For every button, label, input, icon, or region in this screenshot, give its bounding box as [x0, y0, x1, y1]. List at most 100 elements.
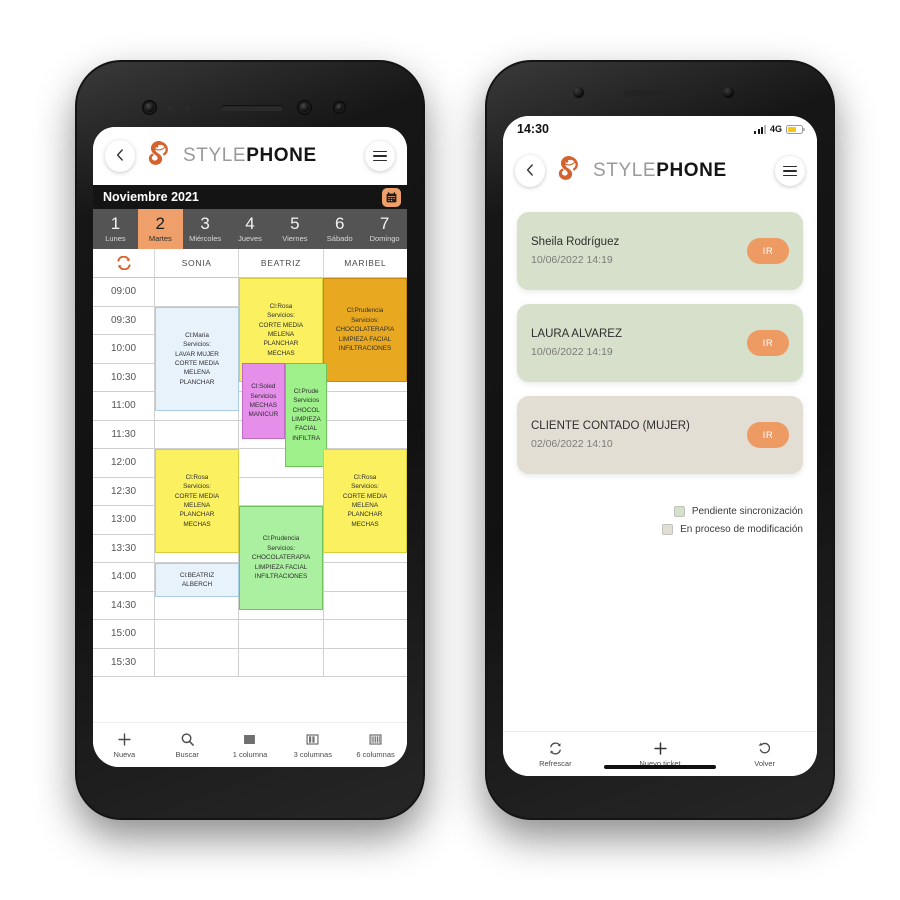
day-name: Jueves — [238, 234, 262, 244]
sensor-camera-icon — [297, 100, 312, 115]
refresh-sync-icon — [116, 256, 131, 270]
legend-color-swatch — [673, 506, 685, 517]
day-item-3[interactable]: 3 Miércoles — [183, 209, 228, 249]
one-column-icon — [244, 734, 256, 744]
ticket-card[interactable]: CLIENTE CONTADO (MUJER) 02/06/2022 14:10… — [517, 396, 803, 474]
sensor-camera-icon — [723, 87, 734, 98]
ticket-go-button[interactable]: IR — [747, 422, 789, 448]
time-label: 10:30 — [93, 363, 155, 391]
appointment-line: MECHAS — [249, 402, 278, 409]
appointment-line: PLANCHAR — [347, 511, 383, 519]
appointment-block[interactable]: Cl:Prudencia Servicios: CHOCOLATERAPIA LIMP… — [323, 278, 407, 382]
ticket-go-button[interactable]: IR — [747, 330, 789, 356]
appointment-line: MECHAS — [183, 520, 211, 528]
day-item-4[interactable]: 4 Jueves — [228, 209, 273, 249]
refresh-column-button[interactable] — [93, 249, 155, 277]
status-time: 14:30 — [517, 122, 549, 136]
six-columns-icon — [369, 733, 382, 745]
calendar-picker-button[interactable] — [382, 187, 401, 207]
ticket-card[interactable]: LAURA ALVAREZ 10/06/2022 14:19 IR — [517, 304, 803, 382]
calendar-area: SONIA BEATRIZ MARIBEL 09:00 09:30 10:00 10:… — [93, 249, 407, 679]
appointment-line: Cl:Maria — [185, 331, 209, 339]
nav-nueva[interactable]: Nueva — [93, 732, 156, 759]
appointments-layer: Cl:Maria Servicios: LAVAR MUJER CORTE MEDIA… — [155, 278, 407, 679]
appointment-block[interactable]: Cl:Soled Servicios MECHAS MANICUR — [241, 363, 286, 439]
hamburger-menu-icon — [373, 150, 387, 162]
day-number: 1 — [110, 214, 121, 234]
menu-button[interactable] — [365, 141, 395, 171]
legend-item-modificacion: En proceso de modificación — [517, 524, 803, 535]
appointment-line: LIMPIEZA FACIAL — [338, 335, 392, 343]
back-button[interactable] — [515, 155, 545, 187]
ticket-datetime: 10/06/2022 14:19 — [531, 254, 613, 266]
day-item-2[interactable]: 2 Martes — [137, 209, 183, 249]
right-bottom-nav: Refrescar Nuevo ticket Volver — [503, 731, 817, 776]
time-label: 15:30 — [93, 648, 155, 676]
day-number: 4 — [245, 214, 255, 234]
time-label: 13:30 — [93, 534, 155, 562]
ticket-datetime: 02/06/2022 14:10 — [531, 438, 613, 450]
nav-3-columnas[interactable]: 3 columnas — [281, 732, 344, 759]
appointment-line: MELENA — [183, 502, 211, 509]
time-label: 14:30 — [93, 591, 155, 619]
back-button[interactable] — [105, 140, 135, 172]
chevron-left-icon — [116, 149, 123, 161]
day-item-7[interactable]: 7 Domingo — [362, 209, 407, 249]
appointment-line: CORTE MEDIA — [258, 321, 304, 329]
day-item-1[interactable]: 1 Lunes — [93, 209, 138, 249]
ticket-client-name: LAURA ALVAREZ — [531, 328, 622, 340]
ticket-card[interactable]: Sheila Rodríguez 10/06/2022 14:19 IR — [517, 212, 803, 290]
appointment-line: Servicios: — [351, 316, 379, 324]
brand-title: STYLEPHONE — [593, 160, 727, 182]
sensor-dot-icon — [185, 106, 190, 111]
appointment-block[interactable]: Cl:Prude Servicios CHOCOL LIMPIEZA FACIAL INF… — [285, 363, 328, 467]
appointment-block[interactable]: Cl:Rosa Servicios: CORTE MEDIA MELENA PLANCH… — [155, 449, 239, 553]
home-indicator — [604, 765, 716, 769]
woman-hair-logo-icon — [558, 156, 578, 180]
time-label: 11:30 — [93, 420, 155, 448]
staff-column-maribel[interactable]: MARIBEL — [324, 249, 407, 277]
appointment-block[interactable]: Cl:Rosa Servicios: CORTE MEDIA MELENA PLANCH… — [323, 449, 407, 553]
appointment-line: ALBERCH — [181, 581, 213, 588]
ticket-go-button[interactable]: IR — [747, 238, 789, 264]
appointment-line: LIMPIEZA — [291, 416, 321, 423]
appointment-line: PLANCHAR — [179, 378, 215, 386]
staff-column-beatriz[interactable]: BEATRIZ — [239, 249, 324, 277]
nav-label: 1 columna — [232, 749, 268, 759]
appointment-block[interactable]: Cl:Maria Servicios: LAVAR MUJER CORTE MEDIA… — [155, 307, 239, 411]
time-label: 09:30 — [93, 306, 155, 334]
appointment-line: Cl:Rosa — [353, 473, 377, 481]
staff-header-row: SONIA BEATRIZ MARIBEL — [93, 249, 407, 278]
time-label: 13:00 — [93, 506, 155, 534]
appointment-block[interactable]: Cl:Prudencia Servicios: CHOCOLATERAPIA LIMP… — [239, 506, 323, 610]
appointment-block[interactable]: Cl:BEATRIZ ALBERCH — [155, 563, 239, 597]
appointment-line: Servicios: — [351, 483, 379, 491]
day-number: 5 — [290, 214, 300, 234]
appointment-line: Cl:BEATRIZ — [179, 571, 215, 579]
day-selector-strip: 1 Lunes 2 Martes 3 Miércoles 4 Jueves 5 … — [93, 209, 407, 249]
time-label: 15:00 — [93, 620, 155, 648]
nav-6-columnas[interactable]: 6 columnas — [344, 732, 407, 759]
plus-icon — [653, 741, 667, 755]
nav-refrescar[interactable]: Refrescar — [503, 741, 608, 768]
ticket-datetime: 10/06/2022 14:19 — [531, 346, 613, 358]
time-label: 11:00 — [93, 392, 155, 420]
staff-column-sonia[interactable]: SONIA — [155, 249, 240, 277]
nav-volver[interactable]: Volver — [712, 741, 817, 768]
day-item-6[interactable]: 6 Sábado — [317, 209, 362, 249]
nav-nuevo-ticket[interactable]: Nuevo ticket — [608, 741, 713, 768]
brand-phone-word: PHONE — [656, 160, 727, 181]
nav-buscar[interactable]: Buscar — [156, 732, 219, 759]
status-bar: 14:30 4G — [503, 116, 817, 142]
menu-button[interactable] — [775, 156, 805, 186]
appointment-line: CHOCOLATERAPIA — [251, 554, 311, 562]
nav-label: Refrescar — [539, 758, 572, 768]
brand-title: STYLEPHONE — [183, 145, 317, 167]
appointment-line: MELENA — [183, 369, 211, 377]
appointment-line: LIMPIEZA FACIAL — [254, 563, 308, 571]
signal-bars-icon — [754, 124, 766, 134]
nav-1-columna[interactable]: 1 columna — [219, 732, 282, 759]
day-number: 7 — [379, 214, 390, 234]
ticket-list: Sheila Rodríguez 10/06/2022 14:19 IR LAU… — [503, 200, 817, 474]
day-item-5[interactable]: 5 Viernes — [272, 209, 317, 249]
